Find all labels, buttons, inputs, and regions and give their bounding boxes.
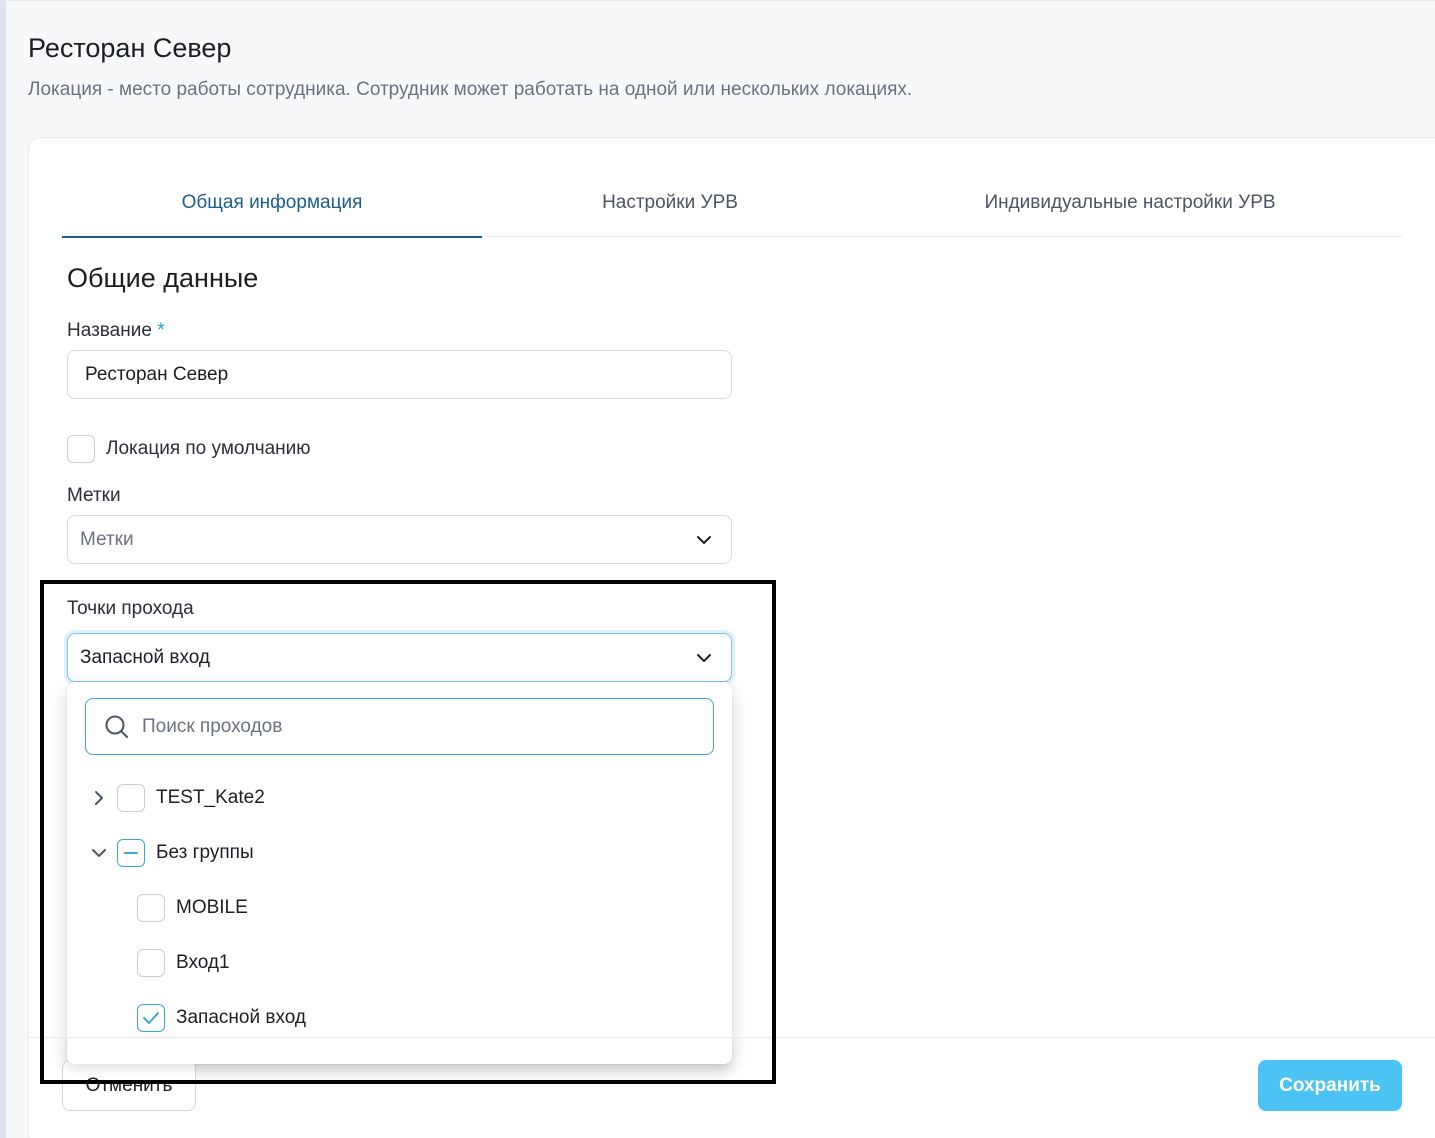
chevron-down-icon: [697, 653, 711, 662]
top-border: [0, 0, 1435, 1]
tags-placeholder: Метки: [80, 528, 134, 550]
tab-bar: Общая информация Настройки УРВ Индивидуа…: [62, 180, 1402, 238]
tree-item-label: Запасной вход: [176, 1007, 306, 1028]
tree-item-label: Вход1: [176, 952, 230, 973]
minus-icon: [124, 852, 138, 854]
search-input[interactable]: Поиск проходов: [85, 698, 714, 755]
access-points-select[interactable]: Запасной вход: [67, 633, 732, 682]
tab-urv-settings[interactable]: Настройки УРВ: [482, 180, 858, 237]
access-points-label: Точки прохода: [67, 598, 194, 619]
access-points-value: Запасной вход: [80, 646, 210, 668]
tree-checkbox[interactable]: [137, 894, 165, 922]
tree-item-mobile[interactable]: MOBILE: [137, 893, 248, 923]
tree-checkbox-checked[interactable]: [137, 1004, 165, 1032]
left-edge-strip: [0, 0, 6, 1138]
search-placeholder: Поиск проходов: [142, 715, 283, 737]
name-input-value: Ресторан Север: [85, 363, 229, 385]
page-title: Ресторан Север: [28, 33, 232, 63]
chevron-down-icon[interactable]: [89, 843, 109, 863]
default-location-checkbox[interactable]: [67, 435, 95, 463]
default-location-label: Локация по умолчанию: [106, 438, 311, 459]
tab-general-info[interactable]: Общая информация: [62, 180, 482, 238]
cancel-button[interactable]: Отменить: [62, 1060, 196, 1111]
tags-label: Метки: [67, 485, 121, 506]
tab-individual-urv-settings[interactable]: Индивидуальные настройки УРВ: [858, 180, 1402, 237]
section-title: Общие данные: [67, 263, 259, 293]
tree-item-label: TEST_Kate2: [156, 787, 265, 808]
page-subtitle: Локация - место работы сотрудника. Сотру…: [28, 79, 913, 100]
tree-checkbox[interactable]: [137, 949, 165, 977]
tree-item-emergency-exit[interactable]: Запасной вход: [137, 1003, 306, 1033]
tree-item-label: MOBILE: [176, 897, 248, 918]
name-input[interactable]: Ресторан Север: [67, 350, 732, 399]
name-field-label: Название *: [67, 320, 165, 342]
tree-item-test-kate2[interactable]: TEST_Kate2: [89, 783, 265, 813]
tree-item-entrance1[interactable]: Вход1: [137, 948, 230, 978]
chevron-down-icon: [697, 535, 711, 544]
tree-checkbox-partial[interactable]: [117, 839, 145, 867]
required-mark: *: [157, 320, 165, 341]
tree-item-label: Без группы: [156, 842, 254, 863]
check-icon: [143, 1012, 159, 1024]
dropdown-bottom-overlay: [67, 1038, 732, 1064]
chevron-right-icon[interactable]: [89, 788, 109, 808]
save-button[interactable]: Сохранить: [1258, 1060, 1402, 1111]
tags-select[interactable]: Метки: [67, 515, 732, 564]
search-icon: [105, 715, 128, 738]
access-points-dropdown: Поиск проходов TEST_Kate2 Без группы MOB…: [67, 682, 732, 1064]
name-label-text: Название: [67, 320, 152, 341]
tree-checkbox[interactable]: [117, 784, 145, 812]
tree-item-no-group[interactable]: Без группы: [89, 838, 254, 868]
